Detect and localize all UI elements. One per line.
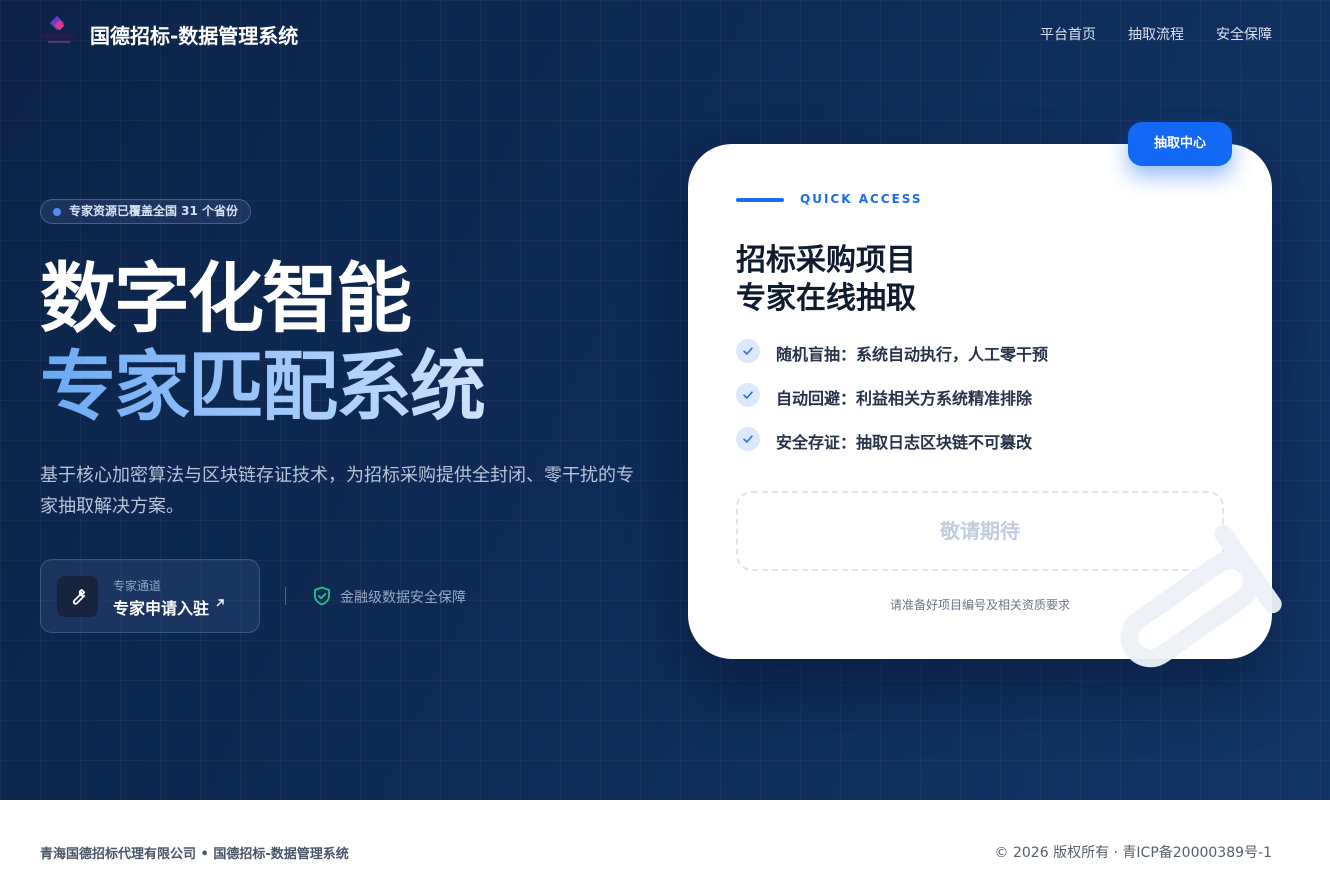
nav-item-process[interactable]: 抽取流程 bbox=[1128, 24, 1184, 44]
eyebrow-line bbox=[736, 198, 784, 202]
footer-copyright: © 2026 版权所有 · 青ICP备20000389号-1 bbox=[994, 845, 1272, 861]
expert-apply-button[interactable]: 专家通道 专家申请入驻 bbox=[40, 559, 260, 633]
gavel-icon bbox=[1120, 524, 1282, 668]
footer-company: 青海国德招标代理有限公司 • 国德招标-数据管理系统 bbox=[40, 847, 349, 862]
extraction-center-tab[interactable]: 抽取中心 bbox=[1128, 122, 1232, 166]
expert-channel-sublabel: 专家通道 bbox=[113, 579, 162, 593]
shield-check-icon bbox=[314, 586, 330, 606]
hero-title-line1: 数字化智能 bbox=[40, 254, 412, 343]
card-eyebrow: QUICK ACCESS bbox=[800, 192, 923, 206]
card-title-line2: 专家在线抽取 bbox=[736, 281, 916, 316]
feature-text: 随机盲抽：系统自动执行，人工零干预 bbox=[776, 345, 1049, 364]
card-title-line1: 招标采购项目 bbox=[736, 243, 916, 278]
hero-title-line2: 专家匹配系统 bbox=[40, 342, 486, 431]
feature-text: 安全存证：抽取日志区块链不可篡改 bbox=[776, 433, 1033, 452]
check-icon bbox=[736, 339, 760, 363]
nav-item-home[interactable]: 平台首页 bbox=[1040, 24, 1096, 44]
brand-logo-icon[interactable] bbox=[40, 15, 78, 50]
nav-item-security[interactable]: 安全保障 bbox=[1216, 24, 1272, 44]
feature-text: 自动回避：利益相关方系统精准排除 bbox=[776, 389, 1033, 408]
expert-channel-label: 专家申请入驻 bbox=[113, 599, 210, 618]
arrow-up-right-icon bbox=[216, 599, 224, 607]
wrench-icon bbox=[57, 576, 98, 617]
coverage-badge: 专家资源已覆盖全国 31 个省份 bbox=[40, 199, 252, 224]
coverage-badge-text: 专家资源已覆盖全国 31 个省份 bbox=[69, 204, 239, 218]
card-title: 招标采购项目 专家在线抽取 bbox=[736, 242, 916, 318]
security-note-text: 金融级数据安全保障 bbox=[340, 590, 466, 606]
check-icon bbox=[736, 383, 760, 407]
hero-description: 基于核心加密算法与区块链存证技术，为招标采购提供全封闭、零干扰的专家抽取解决方案… bbox=[40, 465, 634, 517]
status-dot-icon bbox=[53, 208, 61, 216]
brand-title: 国德招标-数据管理系统 bbox=[90, 24, 299, 48]
divider bbox=[285, 587, 286, 605]
top-nav: 平台首页 抽取流程 安全保障 bbox=[1040, 24, 1272, 44]
check-icon bbox=[736, 427, 760, 451]
